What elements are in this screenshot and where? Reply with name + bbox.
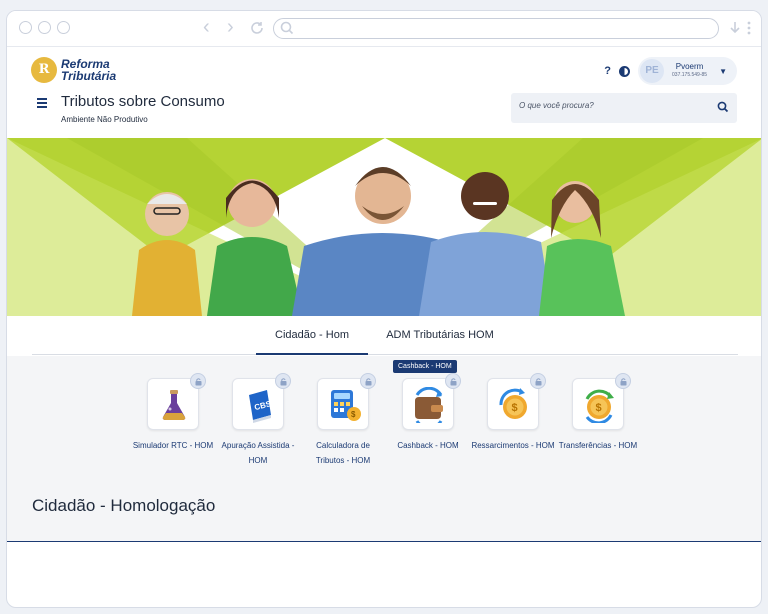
search-icon[interactable]	[717, 101, 729, 113]
coin-transfer-icon: $	[585, 389, 614, 423]
hero-illustration	[7, 138, 761, 316]
lock-icon	[360, 373, 376, 389]
app-label[interactable]: Cashback - HOM	[386, 438, 470, 453]
app-tile[interactable]	[402, 373, 461, 430]
app-label[interactable]: Simulador RTC - HOM	[131, 438, 215, 453]
lock-icon	[615, 373, 631, 389]
tab-bar: Cidadão - Hom ADM Tributárias HOM	[32, 325, 738, 355]
user-document: 037.175.549-85	[672, 72, 708, 78]
wallet-cashback-icon	[415, 387, 443, 423]
hamburger-menu-icon[interactable]	[37, 98, 47, 110]
logo-line-2: Tributária	[61, 69, 117, 83]
app-label[interactable]: Calculadora de Tributos - HOM	[301, 438, 385, 468]
header-actions: ? PE Pvoerm 037.175.549-85 ▼	[604, 57, 737, 85]
lock-icon	[530, 373, 546, 389]
lock-icon	[445, 373, 461, 389]
contrast-toggle-icon[interactable]	[619, 65, 631, 77]
app-tile[interactable]: CBS	[232, 373, 291, 430]
address-bar[interactable]	[273, 18, 719, 39]
tooltip: Cashback - HOM	[393, 360, 457, 373]
avatar: PE	[640, 59, 665, 83]
brand-logo[interactable]: R Reforma Tributária	[31, 57, 161, 85]
user-menu[interactable]: PE Pvoerm 037.175.549-85 ▼	[638, 57, 737, 85]
cbs-book-icon: CBS	[249, 390, 273, 423]
user-info: Pvoerm 037.175.549-85	[672, 63, 707, 79]
app-label[interactable]: Ressarcimentos - HOM	[471, 438, 555, 453]
app-card[interactable]: $ Transferências - HOM	[556, 373, 640, 453]
back-icon[interactable]: ‹	[203, 17, 210, 37]
app-tile[interactable]: $	[487, 373, 546, 430]
lock-icon	[190, 373, 206, 389]
app-card[interactable]: Simulador RTC - HOM	[131, 373, 215, 453]
reload-icon[interactable]	[249, 20, 265, 36]
app-label[interactable]: Transferências - HOM	[556, 438, 640, 453]
app-window: ‹ › R Reforma Tributária ? PE Pvoerm 037…	[6, 10, 762, 608]
window-dot-icon[interactable]	[57, 21, 70, 34]
app-card[interactable]: $ Calculadora de Tributos - HOM	[301, 373, 385, 468]
logo-mark-icon: R	[31, 57, 57, 83]
tab-cidadao-hom[interactable]: Cidadão - Hom	[256, 325, 368, 355]
section-title: Cidadão - Homologação	[32, 496, 216, 515]
environment-label: Ambiente Não Produtivo	[61, 115, 148, 124]
tab-adm-tributarias-hom[interactable]: ADM Tributárias HOM	[376, 325, 504, 355]
apps-section: Cashback - HOM Simulador RTC - HOM CBS A…	[7, 356, 761, 542]
page-title: Tributos sobre Consumo	[61, 93, 225, 110]
help-button[interactable]: ?	[604, 65, 611, 77]
coin-refund-icon: $	[499, 388, 527, 419]
user-name: Pvoerm	[675, 62, 704, 71]
search-input[interactable]	[519, 101, 709, 110]
download-icon[interactable]	[729, 20, 741, 36]
app-tile[interactable]: $	[572, 373, 631, 430]
logo-text: Reforma Tributária	[61, 58, 116, 82]
app-card[interactable]: $ Ressarcimentos - HOM	[471, 373, 555, 453]
calculator-icon: $	[331, 390, 361, 421]
window-dot-icon[interactable]	[19, 21, 32, 34]
window-controls	[19, 21, 70, 34]
browser-bar: ‹ ›	[7, 11, 761, 47]
svg-text:$: $	[351, 410, 356, 419]
search-box	[511, 93, 737, 123]
app-card[interactable]: Cashback - HOM	[386, 373, 470, 453]
app-card[interactable]: CBS Apuração Assistida - HOM	[216, 373, 300, 468]
forward-icon[interactable]: ›	[227, 17, 234, 37]
app-tile[interactable]	[147, 373, 206, 430]
svg-text:$: $	[596, 402, 602, 414]
chevron-down-icon[interactable]: ▼	[719, 67, 727, 76]
app-tile[interactable]: $	[317, 373, 376, 430]
kebab-menu-icon[interactable]	[747, 20, 751, 36]
window-dot-icon[interactable]	[38, 21, 51, 34]
search-icon	[280, 21, 294, 35]
flask-icon	[162, 390, 186, 420]
hero-banner	[7, 138, 761, 316]
svg-text:$: $	[512, 402, 518, 414]
app-label[interactable]: Apuração Assistida - HOM	[216, 438, 300, 468]
lock-icon	[275, 373, 291, 389]
